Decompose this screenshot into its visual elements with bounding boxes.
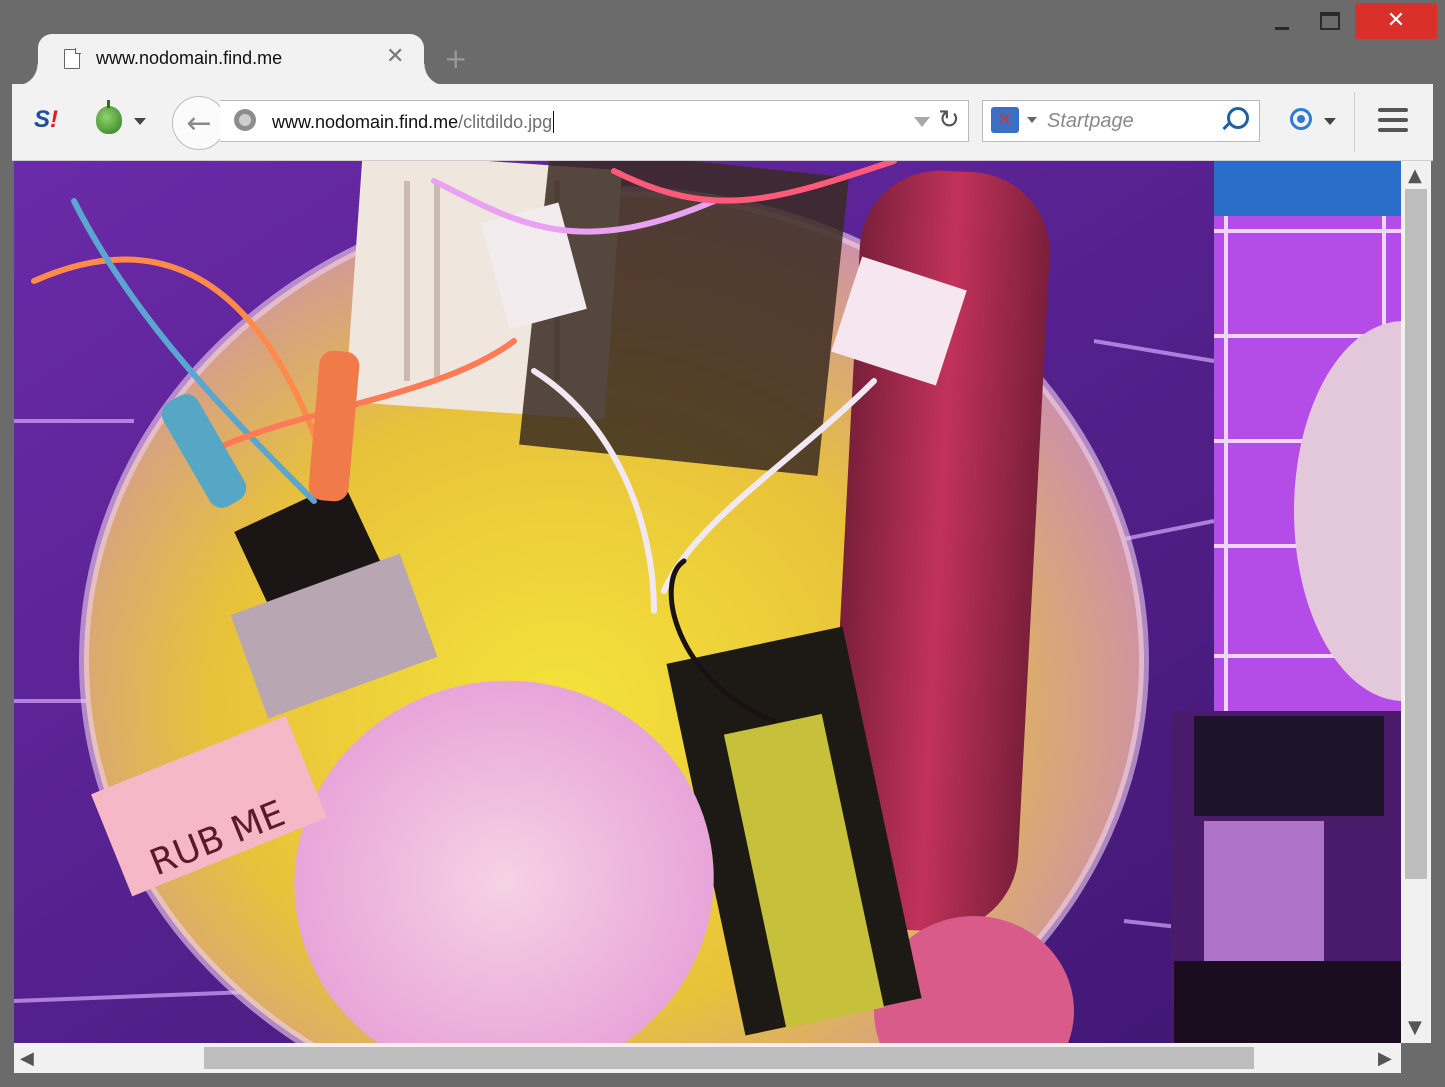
search-bar[interactable]: Startpage bbox=[982, 100, 1260, 142]
close-icon: ✕ bbox=[1386, 8, 1406, 33]
page-icon bbox=[64, 48, 81, 69]
window-frame-bottom bbox=[0, 1073, 1445, 1087]
tab-close-icon[interactable]: ✕ bbox=[386, 44, 404, 69]
globe-icon bbox=[234, 109, 256, 131]
horizontal-scrollbar[interactable]: ◀ ▶ bbox=[14, 1043, 1401, 1073]
vertical-scroll-thumb[interactable] bbox=[1405, 189, 1427, 879]
text-caret bbox=[553, 111, 555, 133]
engine-chevron-down-icon[interactable] bbox=[1027, 117, 1037, 123]
tor-onion-icon[interactable] bbox=[96, 100, 122, 134]
startpage-engine-icon[interactable] bbox=[991, 107, 1019, 133]
scroll-up-icon[interactable]: ▲ bbox=[1408, 165, 1422, 186]
vertical-scrollbar[interactable]: ▲ ▼ bbox=[1401, 161, 1431, 1043]
window-frame-left bbox=[0, 84, 12, 1074]
page-content: RUB ME bbox=[14, 161, 1401, 1043]
maximize-button[interactable] bbox=[1310, 4, 1350, 38]
reload-icon[interactable]: ↻ bbox=[938, 105, 960, 135]
toolbar-divider bbox=[1354, 92, 1355, 152]
close-window-button[interactable]: ✕ bbox=[1355, 3, 1437, 39]
url-host: www.nodomain.find.me bbox=[272, 112, 459, 132]
s-extension-icon[interactable]: S! bbox=[34, 106, 62, 134]
maximize-icon bbox=[1320, 12, 1340, 30]
minimize-icon bbox=[1275, 26, 1289, 30]
url-bar[interactable]: www.nodomain.find.me/clitdildo.jpg ↻ bbox=[220, 100, 969, 142]
search-input[interactable]: Startpage bbox=[1047, 110, 1134, 133]
scroll-down-icon[interactable]: ▼ bbox=[1408, 1017, 1422, 1038]
url-path: /clitdildo.jpg bbox=[458, 112, 553, 132]
network-hub-icon[interactable] bbox=[1290, 108, 1312, 130]
chevron-down-icon[interactable] bbox=[134, 118, 146, 125]
minimize-button[interactable] bbox=[1264, 4, 1300, 38]
horizontal-scroll-thumb[interactable] bbox=[204, 1047, 1254, 1069]
displayed-photo: RUB ME bbox=[14, 161, 1401, 1043]
scroll-right-icon[interactable]: ▶ bbox=[1378, 1048, 1392, 1069]
new-tab-button[interactable]: + bbox=[444, 42, 467, 75]
scroll-left-icon[interactable]: ◀ bbox=[20, 1048, 34, 1069]
tab-title: www.nodomain.find.me bbox=[96, 48, 283, 68]
url-history-dropdown-icon[interactable] bbox=[914, 117, 930, 127]
tab-active[interactable]: www.nodomain.find.me ✕ bbox=[16, 34, 446, 86]
nav-toolbar: S! ← www.nodomain.find.me/clitdildo.jpg … bbox=[12, 84, 1433, 161]
back-button[interactable]: ← bbox=[172, 96, 226, 150]
hamburger-menu-icon[interactable] bbox=[1378, 108, 1408, 138]
hub-chevron-down-icon[interactable] bbox=[1324, 118, 1336, 125]
search-icon[interactable] bbox=[1227, 107, 1249, 129]
url-field[interactable]: www.nodomain.find.me/clitdildo.jpg bbox=[272, 111, 555, 133]
window-frame-right bbox=[1433, 84, 1445, 1074]
